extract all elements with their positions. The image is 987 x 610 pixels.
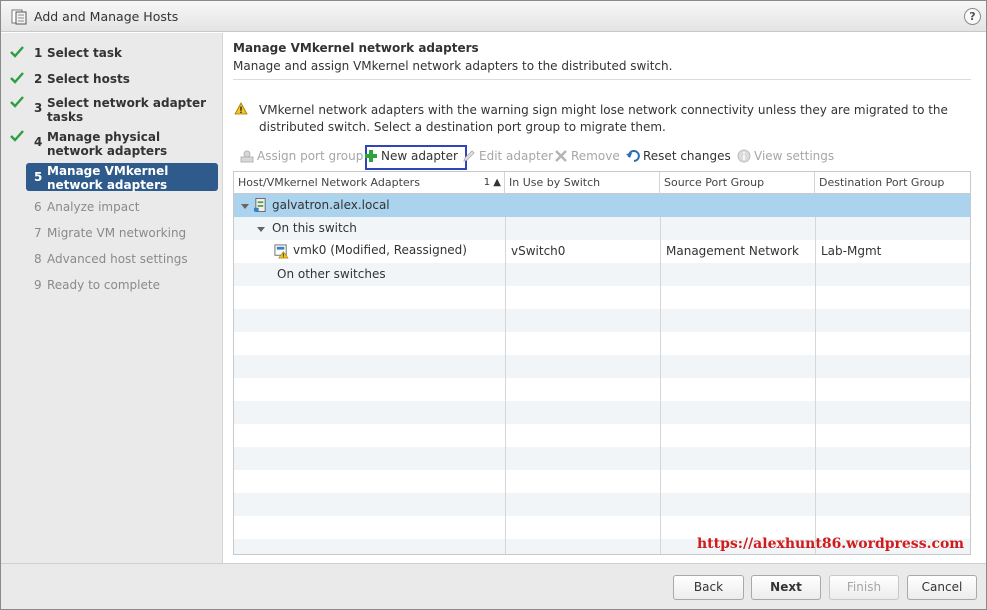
- step-number: 6: [34, 200, 42, 214]
- plus-icon: [365, 150, 377, 162]
- empty-row: [234, 424, 970, 447]
- step-number: 8: [34, 252, 42, 266]
- expand-arrow-icon[interactable]: [241, 204, 249, 209]
- wizard-footer: Back Next Finish Cancel: [1, 563, 986, 609]
- adapter-destination-port-group[interactable]: Lab-Mgmt: [821, 240, 881, 263]
- wizard-steps-sidebar: 1 Select task 2 Select hosts 3 Select ne…: [1, 33, 223, 563]
- host-name: galvatron.alex.local: [272, 198, 390, 212]
- step-number: 1: [34, 46, 43, 60]
- warning-icon: [234, 102, 248, 115]
- table-header: Host/VMkernel Network Adapters 1 ▲ In Us…: [234, 172, 970, 194]
- edit-adapter-button[interactable]: Edit adapter: [462, 149, 553, 163]
- step-number: 5: [34, 170, 43, 184]
- step-number: 3: [34, 101, 43, 115]
- cancel-button[interactable]: Cancel: [907, 575, 977, 600]
- step-number: 2: [34, 72, 43, 86]
- page-subtitle: Manage and assign VMkernel network adapt…: [233, 59, 673, 73]
- step-number: 9: [34, 278, 42, 292]
- table-row-host[interactable]: galvatron.alex.local: [234, 194, 970, 217]
- expand-arrow-icon[interactable]: [257, 227, 265, 232]
- adapter-name: vmk0 (Modified, Reassigned): [293, 243, 467, 257]
- empty-row: [234, 493, 970, 516]
- checkmark-icon: [10, 130, 24, 142]
- divider: [233, 79, 971, 80]
- view-settings-button[interactable]: View settings: [737, 149, 834, 163]
- empty-row: [234, 447, 970, 470]
- next-button[interactable]: Next: [751, 575, 821, 600]
- add-manage-hosts-dialog: Add and Manage Hosts ? 1 Select task 2 S…: [0, 0, 987, 610]
- adapter-toolbar: Assign port group New adapter Edit adapt…: [233, 145, 973, 170]
- undo-icon: [626, 150, 640, 162]
- page-title: Manage VMkernel network adapters: [233, 41, 479, 55]
- column-header-source-port-group[interactable]: Source Port Group: [660, 172, 815, 194]
- adapter-source-port-group: Management Network: [666, 244, 799, 258]
- step-number: 4: [34, 135, 43, 149]
- empty-row: [234, 401, 970, 424]
- checkmark-icon: [10, 46, 24, 58]
- empty-row: [234, 470, 970, 493]
- step-label: Ready to complete: [47, 278, 160, 292]
- remove-button[interactable]: Remove: [554, 149, 620, 163]
- assign-port-group-label: Assign port group: [257, 149, 364, 163]
- host-icon: [254, 198, 266, 212]
- finish-button[interactable]: Finish: [829, 575, 899, 600]
- group-label: On this switch: [272, 221, 357, 235]
- new-adapter-label: New adapter: [381, 149, 458, 163]
- step-label: Select task: [47, 46, 123, 60]
- warning-message: VMkernel network adapters with the warni…: [259, 103, 948, 134]
- group-label: On other switches: [277, 267, 386, 281]
- column-header-in-use-by-switch[interactable]: In Use by Switch: [505, 172, 660, 194]
- adapter-in-use-switch: vSwitch0: [511, 244, 566, 258]
- reset-changes-button[interactable]: Reset changes: [626, 149, 731, 163]
- info-icon: [737, 149, 751, 163]
- new-adapter-button[interactable]: New adapter: [364, 149, 458, 163]
- step-label: Migrate VM networking: [47, 226, 187, 240]
- reset-changes-label: Reset changes: [643, 149, 731, 163]
- sort-indicator: 1 ▲: [483, 177, 501, 188]
- empty-row: [234, 332, 970, 355]
- remove-x-icon: [555, 150, 567, 162]
- step-label: Manage VMkernel network adapters: [47, 164, 169, 192]
- empty-row: [234, 309, 970, 332]
- column-header-host-adapters[interactable]: Host/VMkernel Network Adapters 1 ▲: [234, 172, 505, 194]
- remove-label: Remove: [571, 149, 620, 163]
- empty-row: [234, 378, 970, 401]
- pencil-icon: [463, 150, 475, 162]
- assign-port-group-button[interactable]: Assign port group: [240, 149, 363, 163]
- table-row-adapter[interactable]: vmk0 (Modified, Reassigned) vSwitch0 Man…: [234, 240, 970, 263]
- vmkernel-warning-icon: [274, 244, 289, 259]
- back-button[interactable]: Back: [673, 575, 744, 600]
- main-panel: Manage VMkernel network adapters Manage …: [224, 33, 986, 563]
- table-row-group-this-switch[interactable]: On this switch: [234, 217, 970, 240]
- empty-row: [234, 286, 970, 309]
- step-label: Advanced host settings: [47, 252, 188, 266]
- adapters-table: Host/VMkernel Network Adapters 1 ▲ In Us…: [233, 171, 971, 555]
- help-icon[interactable]: ?: [964, 8, 981, 25]
- edit-adapter-label: Edit adapter: [479, 149, 554, 163]
- column-divider: [660, 217, 661, 554]
- wizard-icon: [11, 9, 27, 25]
- checkmark-icon: [10, 96, 24, 108]
- view-settings-label: View settings: [754, 149, 835, 163]
- assign-port-group-icon: [240, 150, 254, 163]
- step-label: Manage physical network adapters: [47, 130, 168, 158]
- step-label: Analyze impact: [47, 200, 140, 214]
- checkmark-icon: [10, 72, 24, 84]
- column-divider: [505, 217, 506, 554]
- step-number: 7: [34, 226, 42, 240]
- watermark-url: https://alexhunt86.wordpress.com: [697, 536, 965, 552]
- column-divider: [815, 217, 816, 554]
- step-label: Select network adapter tasks: [47, 96, 207, 124]
- title-bar: Add and Manage Hosts ?: [1, 1, 986, 32]
- column-header-destination-port-group[interactable]: Destination Port Group: [815, 172, 970, 194]
- step-label: Select hosts: [47, 72, 130, 86]
- table-row-group-other-switches[interactable]: On other switches: [234, 263, 970, 286]
- empty-row: [234, 355, 970, 378]
- dialog-title: Add and Manage Hosts: [34, 9, 179, 24]
